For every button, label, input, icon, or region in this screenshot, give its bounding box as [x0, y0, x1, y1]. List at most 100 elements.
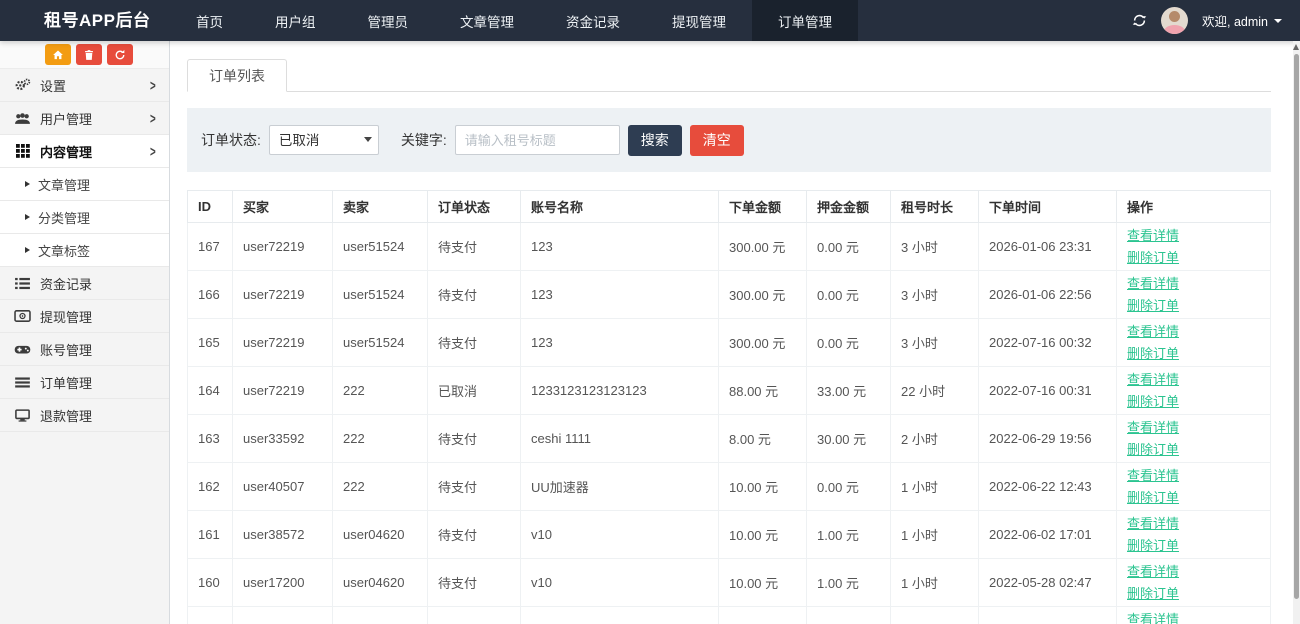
sidebar-item-withdrawal-management[interactable]: 提现管理 — [0, 300, 169, 333]
sidebar-item-label: 资金记录 — [40, 274, 92, 293]
caret-down-icon — [1274, 19, 1282, 23]
view-detail-link[interactable]: 查看详情 — [1127, 609, 1260, 624]
table-header-row: ID 买家 卖家 订单状态 账号名称 下单金额 押金金额 租号时长 下单时间 操… — [188, 191, 1271, 223]
table-row: 166 user72219 user51524 待支付 123 300.00 元… — [188, 271, 1271, 319]
delete-order-link[interactable]: 删除订单 — [1127, 535, 1260, 556]
view-detail-link[interactable]: 查看详情 — [1127, 369, 1260, 390]
sidebar-item-content-management[interactable]: 内容管理 > — [0, 135, 169, 168]
trash-icon — [83, 49, 95, 61]
cell-buyer: user72219 — [233, 367, 333, 415]
main-content: 订单列表 订单状态: 已取消 关键字: 搜索 清空 — [171, 41, 1293, 624]
table-row: 165 user72219 user51524 待支付 123 300.00 元… — [188, 319, 1271, 367]
home-button[interactable] — [45, 44, 71, 65]
cell-buyer — [233, 607, 333, 624]
cell-status: 待支付 — [428, 415, 521, 463]
tab-order-list[interactable]: 订单列表 — [187, 59, 287, 92]
view-detail-link[interactable]: 查看详情 — [1127, 465, 1260, 486]
cell-account: 123 — [521, 319, 719, 367]
cell-status: 待支付 — [428, 319, 521, 367]
delete-order-link[interactable]: 删除订单 — [1127, 343, 1260, 364]
cell-account: v10 — [521, 511, 719, 559]
view-detail-link[interactable]: 查看详情 — [1127, 561, 1260, 582]
view-detail-link[interactable]: 查看详情 — [1127, 273, 1260, 294]
cell-deposit: 30.00 元 — [807, 415, 891, 463]
refresh-icon[interactable] — [1132, 13, 1147, 28]
top-navbar: 租号APP后台 首页 用户组 管理员 文章管理 资金记录 提现管理 订单管理 — [0, 0, 1300, 41]
chevron-right-icon: > — [150, 109, 156, 126]
view-detail-link[interactable]: 查看详情 — [1127, 513, 1260, 534]
search-button[interactable]: 搜索 — [628, 125, 682, 156]
view-detail-link[interactable]: 查看详情 — [1127, 321, 1260, 342]
recycle-button[interactable] — [107, 44, 133, 65]
delete-order-link[interactable]: 删除订单 — [1127, 247, 1260, 268]
nav-item-funds[interactable]: 资金记录 — [540, 0, 646, 41]
sidebar-item-article-management[interactable]: 文章管理 — [0, 168, 169, 201]
table-row-partial: 查看详情 删除订单 — [188, 607, 1271, 624]
chevron-right-icon: > — [150, 76, 156, 93]
cell-account: v10 — [521, 559, 719, 607]
cell-buyer: user40507 — [233, 463, 333, 511]
cell-actions: 查看详情 删除订单 — [1117, 223, 1271, 271]
keyword-input[interactable] — [455, 125, 620, 155]
cell-amount: 300.00 元 — [719, 223, 807, 271]
delete-order-link[interactable]: 删除订单 — [1127, 391, 1260, 412]
col-header-buyer: 买家 — [233, 191, 333, 223]
nav-item-withdrawals[interactable]: 提现管理 — [646, 0, 752, 41]
cell-amount: 10.00 元 — [719, 559, 807, 607]
sidebar-item-order-management[interactable]: 订单管理 — [0, 366, 169, 399]
view-detail-link[interactable]: 查看详情 — [1127, 417, 1260, 438]
tab-bar: 订单列表 — [187, 58, 1271, 92]
cell-id: 163 — [188, 415, 233, 463]
delete-order-link[interactable]: 删除订单 — [1127, 487, 1260, 508]
order-status-select[interactable]: 已取消 — [269, 125, 379, 155]
cell-id — [188, 607, 233, 624]
cell-buyer: user33592 — [233, 415, 333, 463]
sidebar-item-label: 用户管理 — [40, 109, 92, 128]
cell-seller: user04620 — [333, 511, 428, 559]
delete-order-link[interactable]: 删除订单 — [1127, 295, 1260, 316]
sidebar-item-user-management[interactable]: 用户管理 > — [0, 102, 169, 135]
caret-right-icon — [25, 181, 30, 187]
nav-item-user-groups[interactable]: 用户组 — [249, 0, 342, 41]
sidebar-item-fund-records[interactable]: 资金记录 — [0, 267, 169, 300]
cell-status — [428, 607, 521, 624]
delete-order-link[interactable]: 删除订单 — [1127, 583, 1260, 604]
delete-order-link[interactable]: 删除订单 — [1127, 439, 1260, 460]
avatar[interactable] — [1161, 7, 1188, 34]
trash-button[interactable] — [76, 44, 102, 65]
nav-item-admins[interactable]: 管理员 — [342, 0, 435, 41]
user-menu[interactable]: 欢迎, admin — [1202, 11, 1282, 30]
sidebar-item-category-management[interactable]: 分类管理 — [0, 201, 169, 234]
table-row: 160 user17200 user04620 待支付 v10 10.00 元 … — [188, 559, 1271, 607]
scrollbar[interactable] — [1293, 41, 1300, 624]
sidebar-item-settings[interactable]: 设置 > — [0, 69, 169, 102]
scrollbar-thumb[interactable] — [1294, 54, 1299, 599]
cell-actions: 查看详情 删除订单 — [1117, 271, 1271, 319]
cell-buyer: user72219 — [233, 319, 333, 367]
cell-time: 2022-06-22 12:43 — [979, 463, 1117, 511]
cell-duration: 2 小时 — [891, 415, 979, 463]
view-detail-link[interactable]: 查看详情 — [1127, 225, 1260, 246]
users-icon — [13, 112, 32, 125]
cell-deposit: 0.00 元 — [807, 463, 891, 511]
cell-actions: 查看详情 删除订单 — [1117, 463, 1271, 511]
nav-item-home[interactable]: 首页 — [170, 0, 249, 41]
cell-account: 1233123123123123 — [521, 367, 719, 415]
sidebar-item-article-tags[interactable]: 文章标签 — [0, 234, 169, 267]
cell-id: 160 — [188, 559, 233, 607]
sidebar-item-label: 分类管理 — [38, 208, 90, 227]
cell-amount: 8.00 元 — [719, 415, 807, 463]
cell-actions: 查看详情 删除订单 — [1117, 511, 1271, 559]
cell-seller: user51524 — [333, 319, 428, 367]
nav-item-articles[interactable]: 文章管理 — [434, 0, 540, 41]
cell-seller: 222 — [333, 415, 428, 463]
col-header-id: ID — [188, 191, 233, 223]
clear-button[interactable]: 清空 — [690, 125, 744, 156]
cell-actions: 查看详情 删除订单 — [1117, 319, 1271, 367]
nav-item-orders[interactable]: 订单管理 — [752, 0, 858, 41]
sidebar-item-refund-management[interactable]: 退款管理 — [0, 399, 169, 432]
cell-account: ceshi 1111 — [521, 415, 719, 463]
sidebar-item-account-management[interactable]: 账号管理 — [0, 333, 169, 366]
scroll-up-arrow-icon[interactable] — [1293, 44, 1299, 50]
cell-status: 待支付 — [428, 271, 521, 319]
